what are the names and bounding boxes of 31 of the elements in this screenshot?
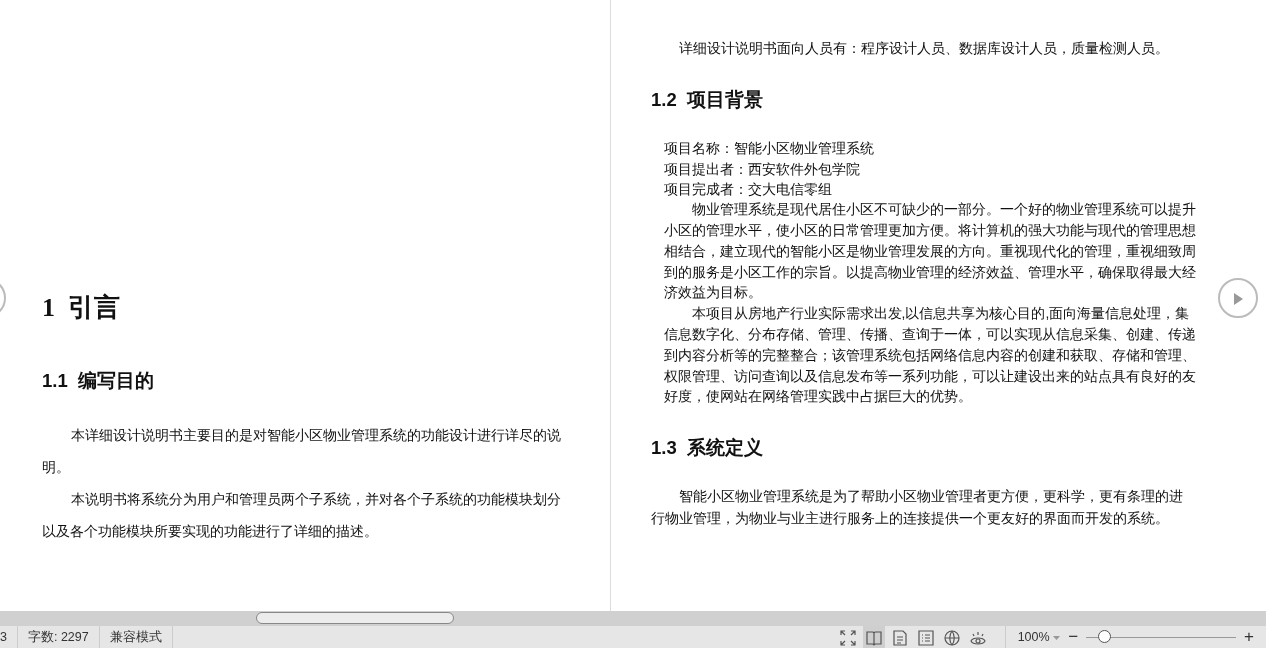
paragraph: 物业管理系统是现代居住小区不可缺少的一部分。一个好的物业管理系统可以提升小区的管理水平，使小区的日常管理更加方便。将计算机的强大功能与现代的管理思想相结合，建立现代的智能小区是物业管理发展的方向。重视现代化的管理，重视细致周到的服务是小区工作的宗旨。以提高物业管理的经济效益、管理水平，确保取得最大经济效益为目标。 — [664, 201, 1196, 303]
compatibility-mode: 兼容模式 — [99, 626, 173, 648]
fullscreen-icon — [838, 628, 857, 647]
section-heading: 1.2 项目背景 — [651, 88, 764, 112]
document-icon — [890, 628, 909, 647]
zoom-dropdown[interactable]: 100% — [1013, 627, 1065, 647]
text-line: 项目名称：智能小区物业管理系统 — [664, 138, 875, 158]
scrollbar-thumb[interactable] — [256, 612, 454, 624]
slider-thumb[interactable] — [1098, 630, 1112, 643]
zoom-out-button[interactable]: − — [1064, 627, 1083, 647]
zoom-in-button[interactable]: + — [1240, 627, 1258, 647]
text-line: 项目提出者：西安软件外包学院 — [664, 159, 861, 179]
globe-icon — [942, 628, 961, 647]
view-mode-button[interactable] — [862, 626, 885, 648]
open-book-icon — [864, 628, 883, 647]
paragraph: 本说明书将系统分为用户和管理员两个子系统，并对各个子系统的功能模块划分以及各个功能模块所要实现的功能进行了详细的描述。 — [42, 489, 562, 541]
play-triangle-icon — [1232, 291, 1244, 306]
text-line: 项目完成者：交大电信零组 — [664, 180, 833, 200]
paragraph: 本详细设计说明书主要目的是对智能小区物业管理系统的功能设计进行详尽的说明。 — [42, 425, 562, 477]
word-count: 字数: 2297 — [17, 626, 100, 648]
section-heading: 1.1 编写目的 — [42, 369, 155, 393]
section-heading: 1.3 系统定义 — [651, 436, 764, 461]
paragraph: 本项目从房地产行业实际需求出发,以信息共享为核心目的,面向海量信息处理，集信息数字化、分布存储、管理、传播、查询于一体，可以实现从信息采集、创建、传递到内容分析等的完整整合；该管理系统包括网络信息内容的创建和获取、存储和管理、权限管理、访问查询以及信息发布等一系列功能，可以让建设出来的站点具有良好的友好度，使网站在网络管理实践中占据巨大的优势。 — [664, 305, 1196, 407]
caret-icon — [1053, 635, 1061, 640]
paragraph: 详细设计说明书面向人员有：程序设计人员、数据库设计人员，质量检测人员。 — [677, 40, 1170, 58]
list-icon — [916, 628, 935, 647]
horizontal-scrollbar[interactable] — [0, 611, 1266, 626]
chapter-heading: 1 引言 — [42, 292, 121, 324]
page-number: 3 — [0, 626, 18, 648]
next-page-button[interactable] — [1218, 278, 1258, 318]
paragraph: 智能小区物业管理系统是为了帮助小区物业管理者更方便，更科学，更有条理的进行物业管理，为物业与业主进行服务上的连接提供一个更友好的界面而开发的系统。 — [651, 487, 1184, 528]
